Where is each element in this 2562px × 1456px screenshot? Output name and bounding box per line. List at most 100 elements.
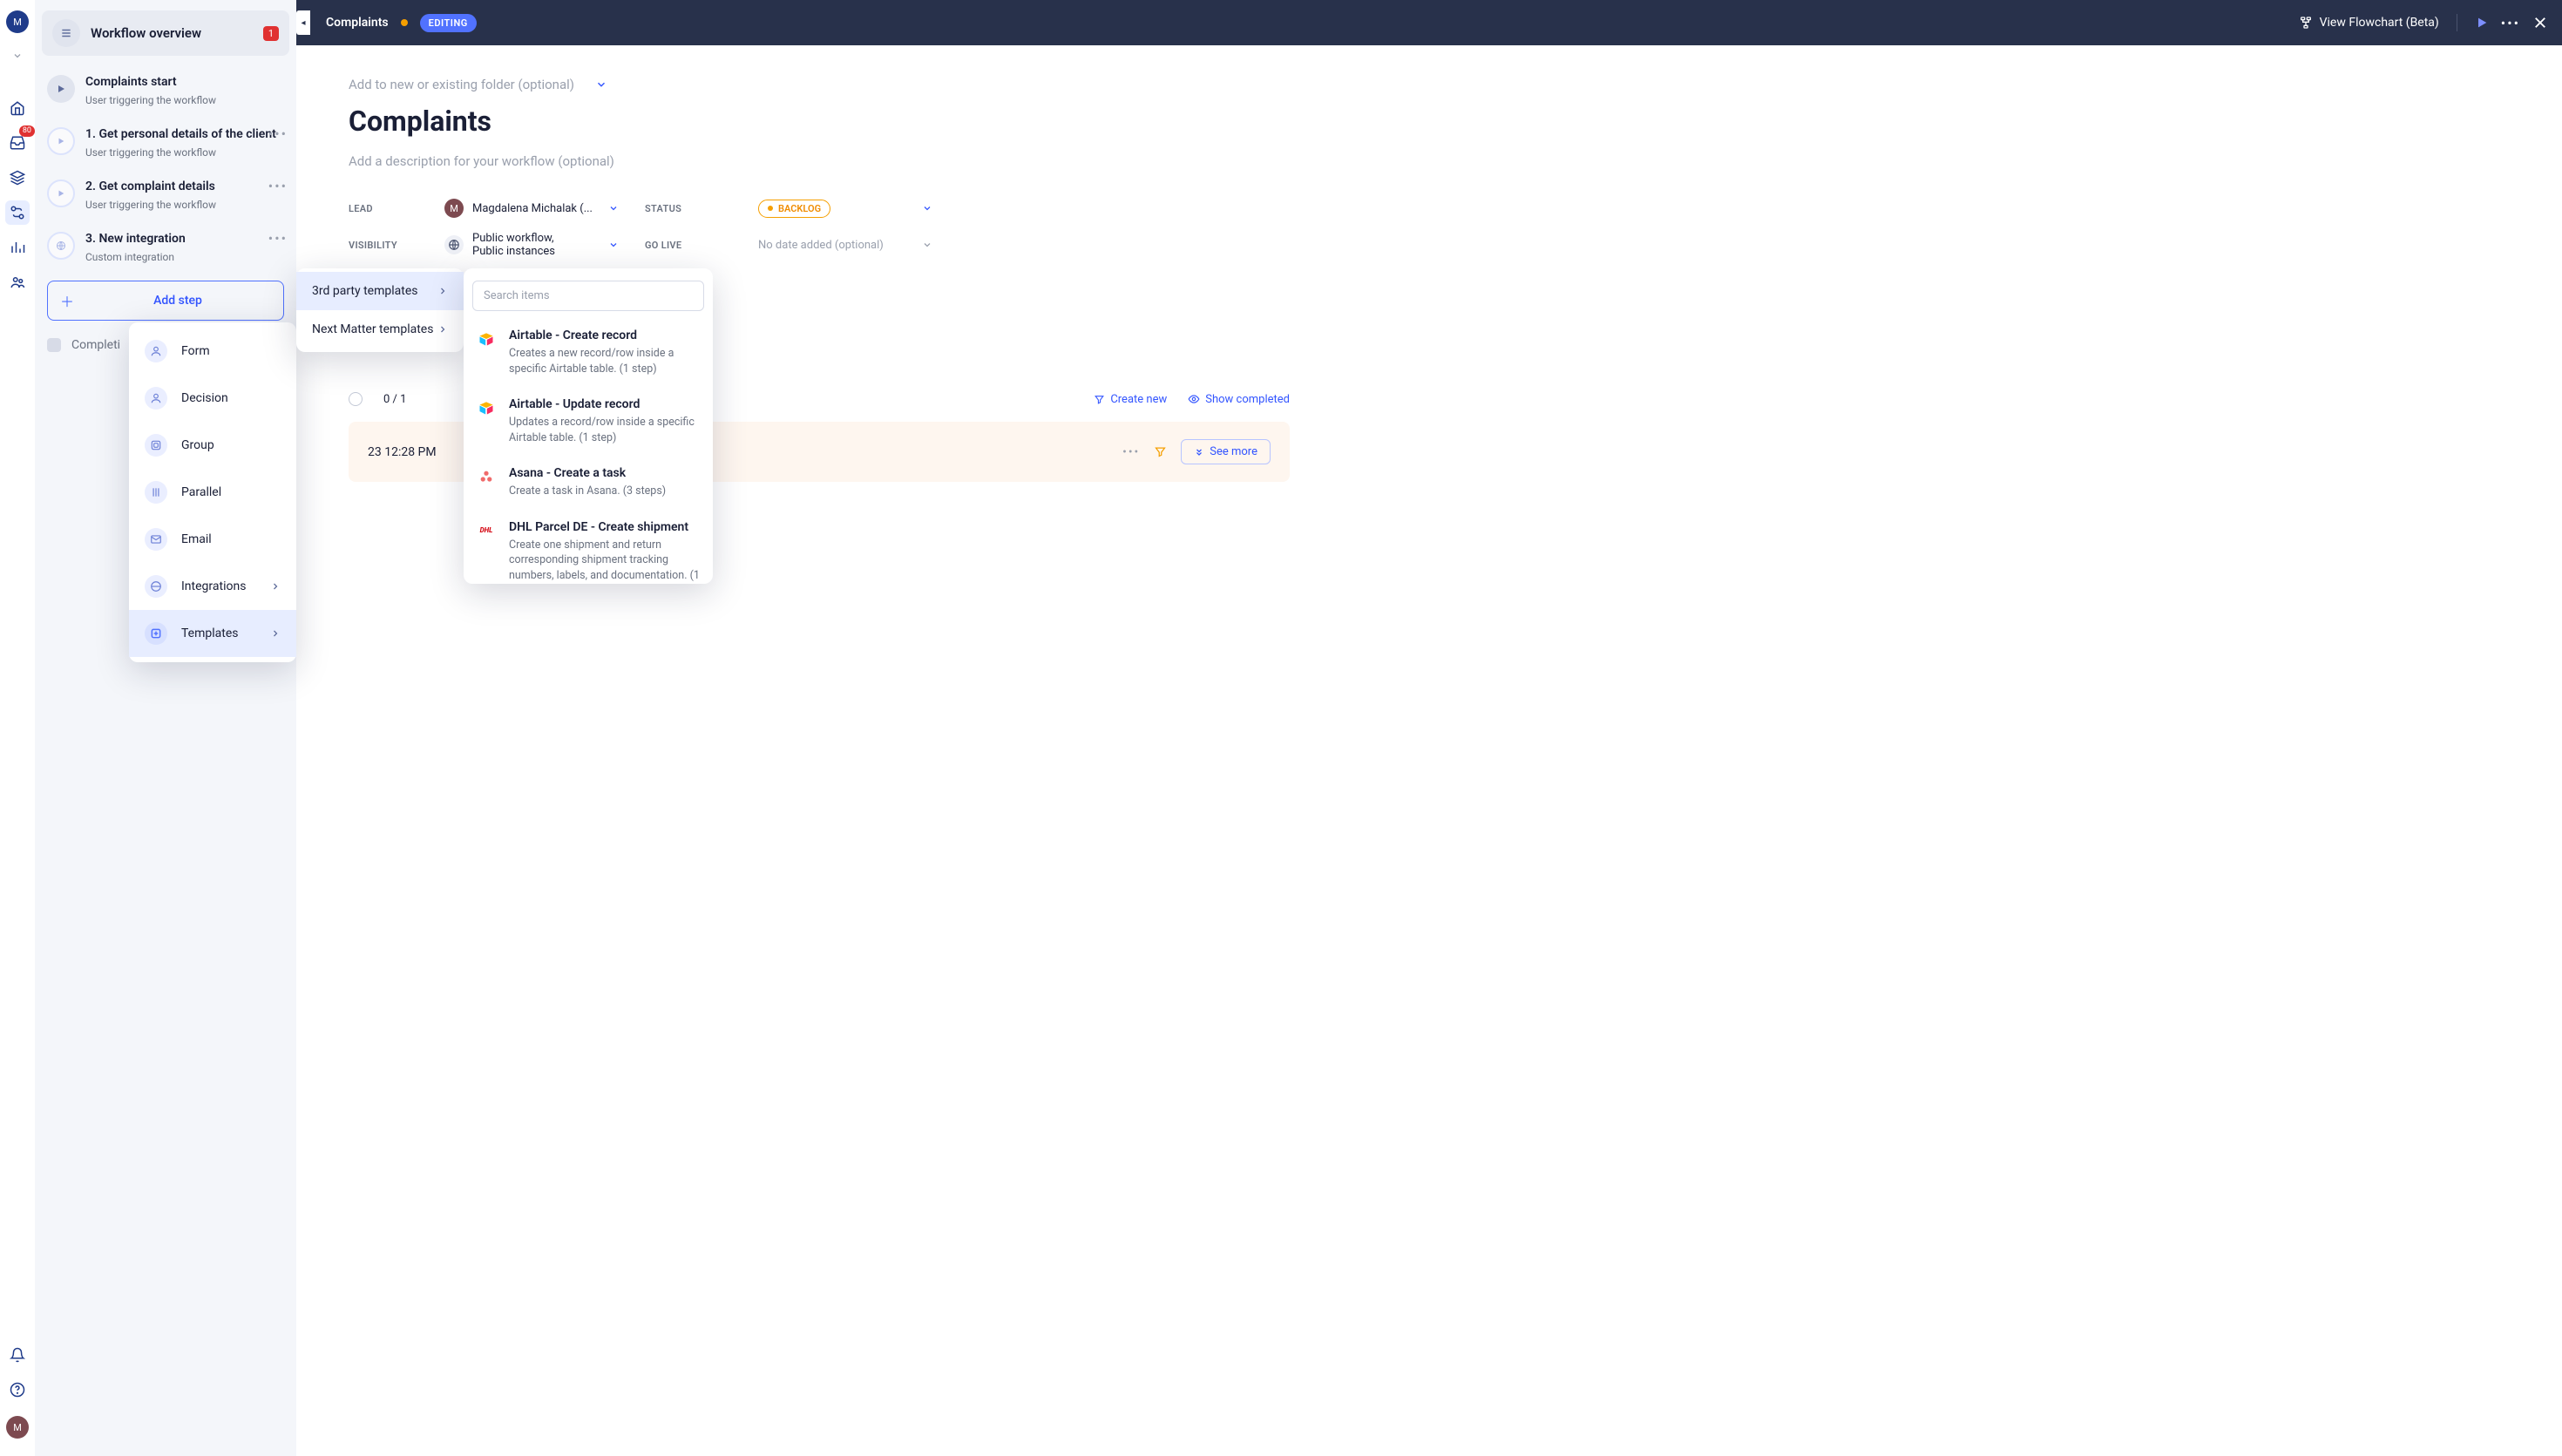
close-icon[interactable] [2532,15,2548,30]
menu-item-templates[interactable]: Templates [129,610,296,657]
step-row-start[interactable]: Complaints start User triggering the wor… [35,64,296,117]
step-more-icon[interactable]: ••• [268,178,288,194]
add-step-button[interactable]: ＋ Add step [47,281,284,321]
user-avatar[interactable]: M [6,1416,29,1439]
create-new-button[interactable]: Create new [1094,393,1167,406]
golive-selector[interactable]: No date added (optional) [758,239,932,252]
inbox-icon[interactable]: 80 [5,131,30,155]
chevron-down-icon [608,203,619,213]
add-step-menu: Form Decision Group Parallel Email Integ… [129,322,296,662]
editing-pill: EDITING [420,14,477,32]
chevron-right-icon [270,628,281,639]
completion-label: Completi [71,338,120,352]
step-title: 1. Get personal details of the client [85,127,276,141]
visibility-selector[interactable]: Public workflow, Public instances [444,232,619,258]
more-icon[interactable]: ••• [2501,15,2520,31]
chevron-down-icon [922,240,932,250]
menu-item-group[interactable]: Group [129,422,296,469]
menu-item-integrations[interactable]: Integrations [129,563,296,610]
menu-item-form[interactable]: Form [129,328,296,375]
integrations-icon [145,575,167,598]
help-icon[interactable] [5,1378,30,1402]
template-search-input[interactable] [472,281,704,311]
group-icon [145,434,167,457]
email-icon [145,528,167,551]
overview-title: Workflow overview [91,25,253,41]
step-row-1[interactable]: 1. Get personal details of the client Us… [35,117,296,169]
milestone-count: 0 / 1 [383,393,406,406]
page-title[interactable]: Complaints [349,105,1290,138]
integration-step-icon [47,232,75,260]
globe-icon [444,235,464,254]
filter-icon[interactable] [1154,445,1167,458]
step-title: Complaints start [85,75,216,89]
overview-badge: 1 [263,26,279,41]
menu-item-parallel[interactable]: Parallel [129,469,296,516]
visibility-label: VISIBILITY [349,240,418,251]
nav-rail: M 80 M [0,0,35,1456]
template-item[interactable]: DHLDHL Parcel DE - Create shipmentCreate… [464,510,713,585]
templates-submenu: 3rd party templates Next Matter template… [296,268,464,352]
status-selector[interactable]: BACKLOG [758,200,932,218]
status-label: STATUS [645,203,732,214]
template-desc: Create one shipment and return correspon… [509,538,701,585]
template-item[interactable]: Airtable - Update recordUpdates a record… [464,387,713,456]
main-area: ◂ Complaints EDITING View Flowchart (Bet… [296,0,2562,1456]
submenu-nextmatter[interactable]: Next Matter templates [296,310,464,349]
template-desc: Creates a new record/row inside a specif… [509,346,701,376]
workspace-avatar[interactable]: M [6,10,29,33]
flowchart-icon [2299,16,2313,30]
view-flowchart-button[interactable]: View Flowchart (Beta) [2299,16,2439,30]
show-completed-button[interactable]: Show completed [1188,393,1290,406]
see-more-button[interactable]: See more [1181,439,1271,464]
menu-item-decision[interactable]: Decision [129,375,296,422]
layers-icon[interactable] [5,166,30,190]
home-icon[interactable] [5,96,30,120]
step-sub: Custom integration [85,251,186,263]
step-row-2[interactable]: 2. Get complaint details User triggering… [35,169,296,221]
status-dot-icon [401,19,408,26]
run-icon[interactable] [2475,16,2489,30]
template-title: DHL Parcel DE - Create shipment [509,520,701,534]
template-logo-icon [476,397,497,418]
list-icon [52,19,80,47]
description-placeholder[interactable]: Add a description for your workflow (opt… [349,153,1290,169]
bell-icon[interactable] [5,1343,30,1367]
card-more-icon[interactable]: ••• [1122,445,1140,459]
step-row-3[interactable]: 3. New integration Custom integration ••… [35,221,296,274]
step-title: 2. Get complaint details [85,179,216,193]
step-more-icon[interactable]: ••• [268,125,288,142]
workflow-overview-header[interactable]: Workflow overview 1 [42,10,289,56]
chevron-down-icon [922,203,932,213]
workflows-icon[interactable] [5,200,30,225]
golive-label: GO LIVE [645,240,732,251]
chevron-down-icon [608,240,619,250]
step-sub: User triggering the workflow [85,199,216,211]
lead-selector[interactable]: M Magdalena Michalak (... [444,199,619,218]
analytics-icon[interactable] [5,235,30,260]
step-sub: User triggering the workflow [85,146,276,159]
step-title: 3. New integration [85,232,186,246]
step-more-icon[interactable]: ••• [268,230,288,247]
template-item[interactable]: Asana - Create a taskCreate a task in As… [464,456,713,510]
workspace-chevron-icon[interactable] [5,44,30,68]
menu-item-email[interactable]: Email [129,516,296,563]
folder-selector[interactable]: Add to new or existing folder (optional) [349,77,1290,92]
card-date: 23 12:28 PM [368,445,437,459]
collapse-panel-button[interactable]: ◂ [296,10,310,35]
completion-icon [47,338,61,352]
team-icon[interactable] [5,270,30,295]
decision-icon [145,387,167,410]
milestone-progress-icon [349,392,363,406]
template-logo-icon [476,328,497,349]
submenu-3rd-party[interactable]: 3rd party templates [296,272,464,310]
steps-panel: Workflow overview 1 Complaints start Use… [35,0,296,1456]
play-icon [47,75,75,103]
lead-avatar: M [444,199,464,218]
template-picker: Airtable - Create recordCreates a new re… [464,268,713,584]
template-item[interactable]: Airtable - Create recordCreates a new re… [464,318,713,387]
expand-icon [1194,447,1204,457]
chevron-down-icon [595,78,607,91]
workflow-name: Complaints [326,16,389,30]
filter-plus-icon [1094,394,1105,405]
